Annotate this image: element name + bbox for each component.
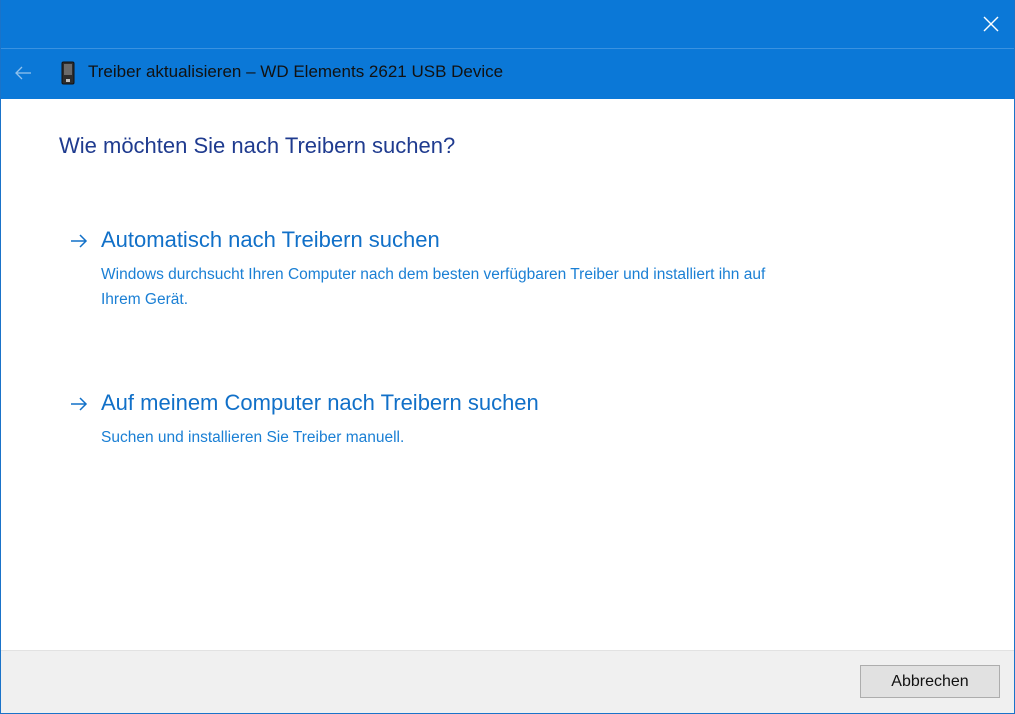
arrow-right-icon — [71, 397, 88, 411]
usb-drive-icon — [61, 61, 75, 85]
page-question: Wie möchten Sie nach Treibern suchen? — [59, 133, 456, 158]
close-icon — [983, 16, 999, 32]
dialog-content: Wie möchten Sie nach Treibern suchen? Au… — [1, 99, 1014, 650]
arrow-right-icon — [71, 234, 88, 248]
back-arrow-icon — [15, 66, 31, 80]
dialog-header: Treiber aktualisieren – WD Elements 2621… — [1, 48, 1014, 99]
dialog-title: Treiber aktualisieren – WD Elements 2621… — [88, 62, 504, 81]
window-titlebar — [1, 0, 1014, 48]
option-description: Windows durchsucht Ihren Computer nach d… — [101, 266, 766, 308]
driver-update-window: Treiber aktualisieren – WD Elements 2621… — [0, 0, 1015, 714]
option-title[interactable]: Automatisch nach Treibern suchen — [101, 227, 440, 253]
option-description: Suchen und installieren Sie Treiber manu… — [101, 429, 405, 446]
back-button[interactable] — [9, 59, 37, 87]
dialog-footer: Abbrechen — [1, 650, 1014, 713]
close-button[interactable] — [968, 0, 1014, 48]
cancel-button[interactable]: Abbrechen — [860, 665, 1000, 698]
option-title[interactable]: Auf meinem Computer nach Treibern suchen — [101, 390, 539, 416]
